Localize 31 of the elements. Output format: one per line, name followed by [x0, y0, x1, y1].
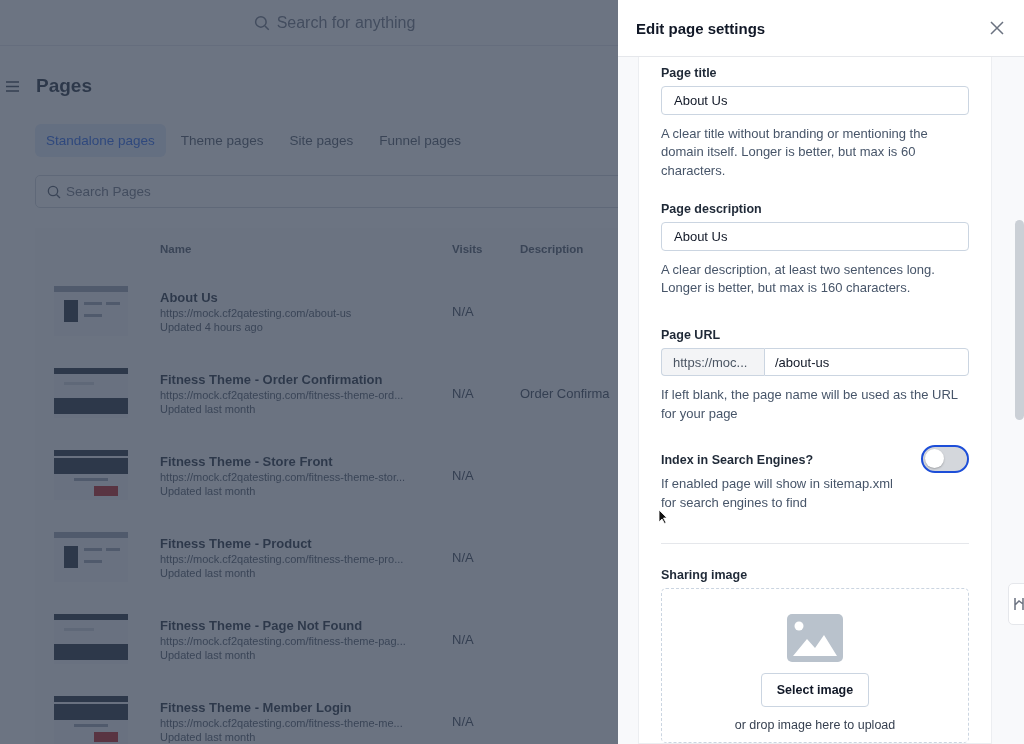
image-icon: [787, 614, 843, 663]
drawer-title: Edit page settings: [636, 19, 766, 37]
page-name[interactable]: Fitness Theme - Page Not Found: [160, 617, 363, 633]
field-label: Sharing image: [661, 568, 749, 583]
page-title-input[interactable]: About Us: [661, 86, 969, 115]
page-url-input[interactable]: /about-us: [764, 347, 969, 377]
close-button[interactable]: [988, 19, 1006, 37]
field-label: Page title: [661, 66, 718, 80]
page-name[interactable]: Fitness Theme - Member Login: [160, 699, 352, 715]
page-name[interactable]: Fitness Theme - Product: [160, 535, 312, 551]
image-dropzone[interactable]: Select image or drop image here to upload: [661, 588, 969, 743]
page-name[interactable]: About Us: [160, 289, 218, 305]
field-label: Page description: [661, 202, 763, 217]
select-image-button[interactable]: Select image: [760, 673, 870, 708]
field-label: Page URL: [661, 327, 722, 342]
page-description-input[interactable]: About Us: [661, 222, 969, 251]
url-prefix: https://moc...: [661, 347, 764, 377]
scrollbar-thumb[interactable]: [1015, 220, 1024, 420]
page-name[interactable]: Fitness Theme - Order Confirmation: [160, 371, 383, 387]
drop-hint: or drop image here to upload: [734, 718, 896, 733]
help-text: If enabled page will show in sitemap.xml for search engines to find: [661, 475, 894, 512]
page-name[interactable]: Fitness Theme - Store Front: [160, 453, 333, 469]
chart-icon: [1013, 596, 1024, 612]
help-text: A clear title without branding or mentioning the domain itself. Longer is better, but max is 60 characters.: [661, 124, 929, 180]
side-tab[interactable]: [1008, 583, 1024, 625]
page-title: Pages: [36, 75, 92, 97]
help-text: If left blank, the page name will be used as the URL for your page: [661, 386, 959, 423]
cursor-icon: [658, 509, 668, 524]
index-toggle[interactable]: [921, 445, 969, 474]
field-label: Index in Search Engines?: [661, 453, 815, 468]
help-text: A clear description, at least two sentences long. Longer is better, but max is 160 characters.: [661, 260, 936, 298]
